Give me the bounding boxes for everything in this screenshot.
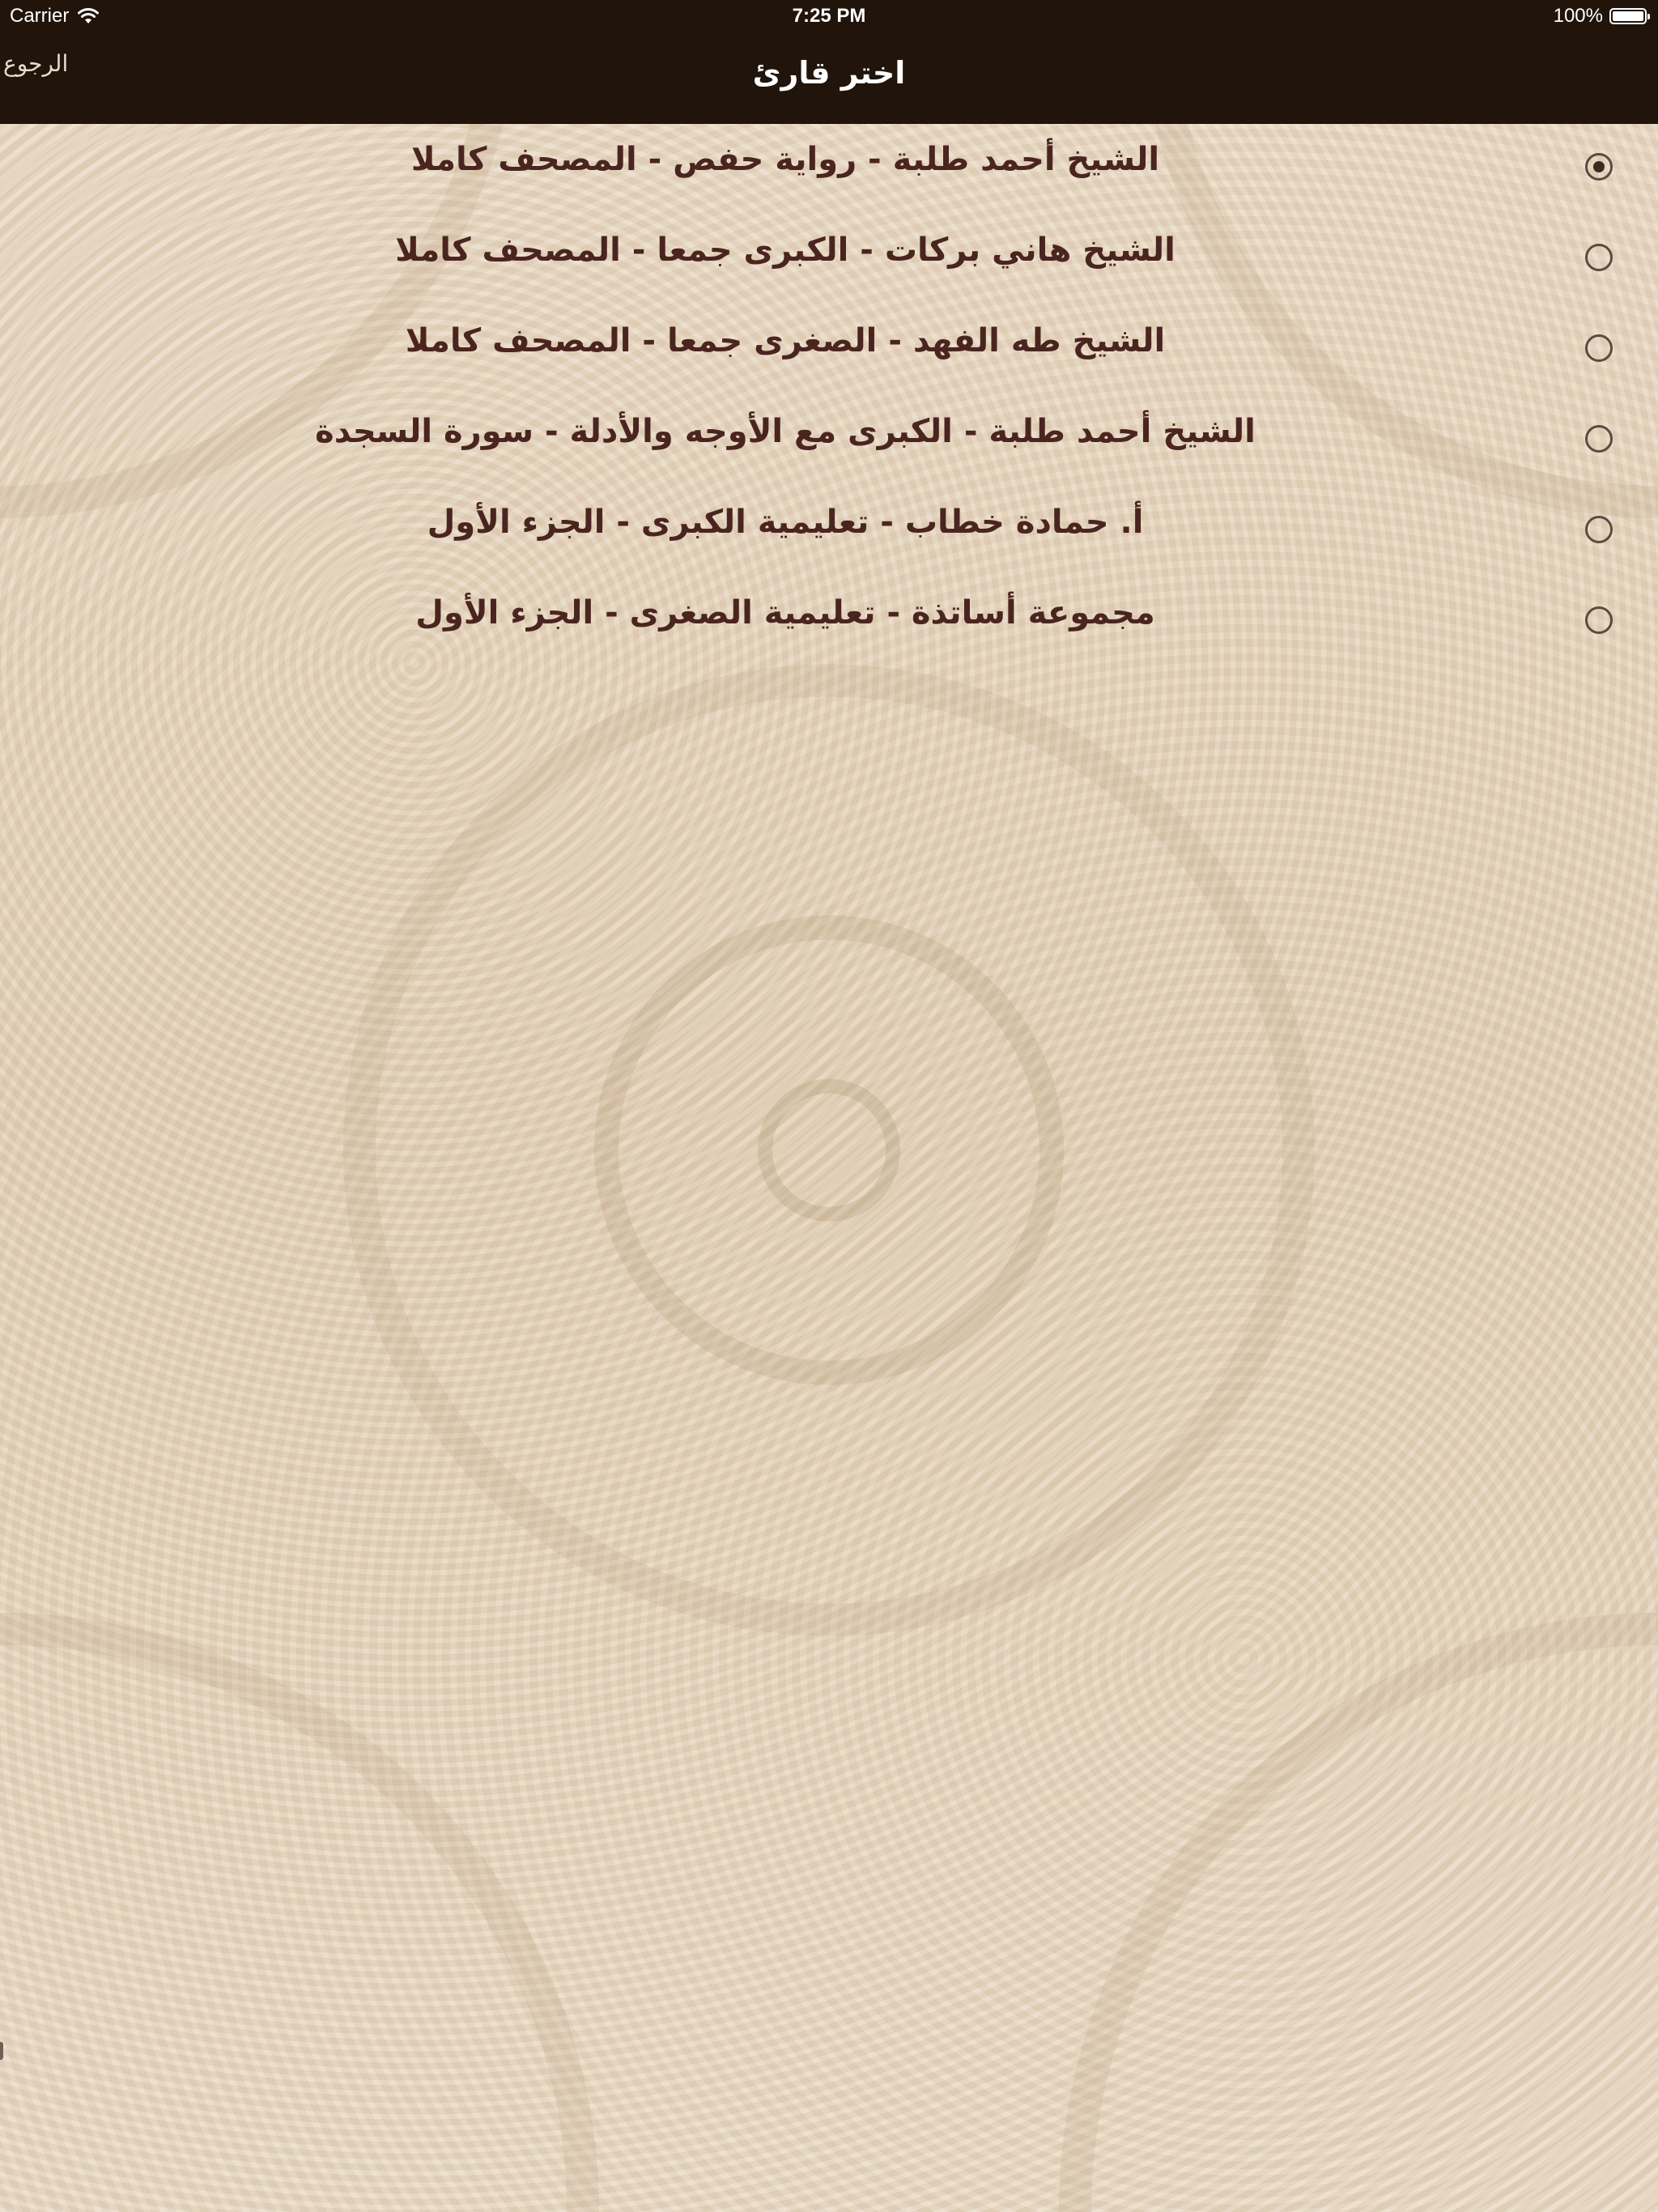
radio-button[interactable] <box>1585 606 1613 634</box>
reciter-list: الشيخ أحمد طلبة - رواية حفص - المصحف كام… <box>0 123 1658 667</box>
radio-selected-dot <box>1593 161 1605 172</box>
reciter-label: الشيخ أحمد طلبة - الكبرى مع الأوجه والأد… <box>315 413 1256 450</box>
radio-button[interactable] <box>1585 334 1613 362</box>
reciter-label: الشيخ طه الفهد - الصغرى جمعا - المصحف كا… <box>405 322 1166 359</box>
reciter-label: مجموعة أساتذة - تعليمية الصغرى - الجزء ا… <box>415 594 1155 632</box>
reciter-row[interactable]: الشيخ هاني بركات - الكبرى جمعا - المصحف … <box>0 214 1658 304</box>
battery-level <box>1613 11 1643 21</box>
reciter-label: الشيخ هاني بركات - الكبرى جمعا - المصحف … <box>395 232 1175 269</box>
reciter-label: الشيخ أحمد طلبة - رواية حفص - المصحف كام… <box>410 141 1160 178</box>
reciter-row[interactable]: مجموعة أساتذة - تعليمية الصغرى - الجزء ا… <box>0 576 1658 667</box>
reciter-row[interactable]: أ. حمادة خطاب - تعليمية الكبرى - الجزء ا… <box>0 486 1658 576</box>
battery-icon <box>1609 8 1650 24</box>
reciter-row[interactable]: الشيخ أحمد طلبة - الكبرى مع الأوجه والأد… <box>0 395 1658 486</box>
page-title: اختر قارئ <box>752 55 906 91</box>
reciter-label: أ. حمادة خطاب - تعليمية الكبرى - الجزء ا… <box>427 504 1144 541</box>
status-bar: Carrier 7:25 PM 100% <box>0 0 1658 32</box>
reciter-row[interactable]: الشيخ أحمد طلبة - رواية حفص - المصحف كام… <box>0 123 1658 214</box>
navigation-bar: الرجوع اختر قارئ <box>0 32 1658 124</box>
radio-button[interactable] <box>1585 153 1613 181</box>
status-right: 100% <box>1553 5 1650 28</box>
radio-button[interactable] <box>1585 244 1613 271</box>
radio-button[interactable] <box>1585 516 1613 543</box>
side-grabber-handle[interactable] <box>0 2042 3 2060</box>
radio-button[interactable] <box>1585 425 1613 453</box>
status-time: 7:25 PM <box>792 5 866 27</box>
battery-percent: 100% <box>1553 5 1603 27</box>
reciter-row[interactable]: الشيخ طه الفهد - الصغرى جمعا - المصحف كا… <box>0 304 1658 395</box>
